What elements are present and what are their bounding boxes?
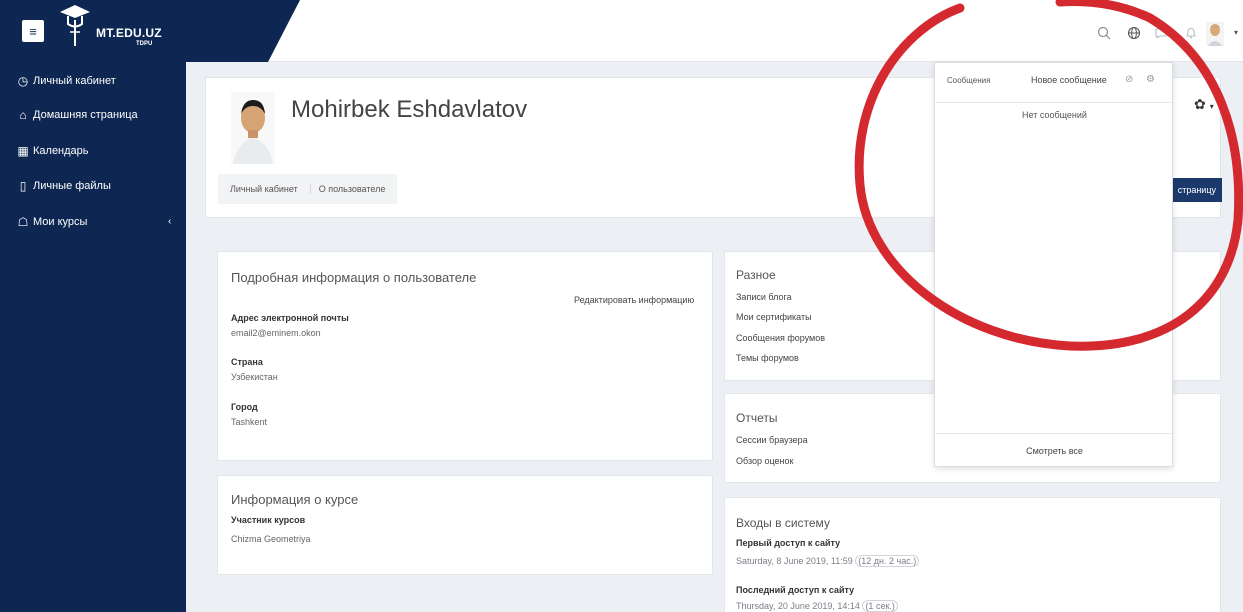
logins-title: Входы в систему [736, 516, 830, 530]
gear-icon[interactable]: ⚙ [1146, 74, 1155, 85]
last-access-date: Thursday, 20 June 2019, 14:14 [736, 601, 860, 611]
chevron-down-icon[interactable]: ▾ [1234, 28, 1238, 37]
breadcrumb: Личный кабинет О пользователе [218, 174, 398, 204]
city-label: Город [231, 402, 258, 412]
profile-name: Mohirbek Eshdavlatov [291, 96, 528, 123]
edit-profile-link[interactable]: Редактировать информацию [574, 295, 694, 305]
course-info-card: Информация о курсе Участник курсов Chizm… [217, 475, 713, 575]
reports-title: Отчеты [736, 411, 778, 425]
user-avatar[interactable] [1206, 22, 1224, 46]
user-details-card: Подробная информация о пользователе Реда… [217, 251, 713, 461]
no-messages-text: Нет сообщений [1022, 110, 1087, 120]
dashboard-icon: ◷ [17, 74, 29, 88]
sidebar-item-my-courses[interactable]: ☖ Мои курсы [16, 215, 88, 229]
sidebar-item-home[interactable]: ⌂ Домашняя страница [16, 108, 138, 122]
country-label: Страна [231, 357, 263, 367]
last-access-value: Thursday, 20 June 2019, 14:14 (1 сек.) [736, 600, 898, 612]
graduation-cap-icon: ☖ [17, 215, 29, 229]
first-access-date: Saturday, 8 June 2019, 11:59 [736, 556, 853, 566]
hamburger-icon[interactable]: ≡ [22, 20, 44, 42]
course-label: Участник курсов [231, 515, 306, 525]
forum-posts-link[interactable]: Сообщения форумов [736, 333, 825, 343]
first-access-label: Первый доступ к сайту [736, 538, 841, 548]
city-value: Tashkent [231, 417, 268, 427]
sidebar-item-calendar[interactable]: ▦ Календарь [16, 144, 89, 158]
search-icon[interactable] [1097, 26, 1111, 43]
chevron-down-icon: ▾ [1209, 102, 1214, 111]
home-icon: ⌂ [19, 108, 27, 122]
site-subtitle: TDPU [136, 41, 153, 47]
sidebar-item-label: Личные файлы [33, 180, 111, 192]
file-icon: ▯ [19, 179, 27, 193]
certificates-link[interactable]: Мои сертификаты [736, 312, 812, 322]
sidebar-item-files[interactable]: ▯ Личные файлы [16, 179, 111, 193]
sidebar-item-label: Календарь [33, 145, 89, 157]
logins-card: Входы в систему Первый доступ к сайту Sa… [724, 497, 1221, 612]
profile-photo [231, 92, 275, 164]
blog-entries-link[interactable]: Записи блога [736, 292, 792, 302]
gear-icon: ✿ [1194, 96, 1206, 112]
sidebar: ◷ Личный кабинет ⌂ Домашняя страница ▦ К… [0, 62, 186, 612]
course-title: Информация о курсе [231, 492, 359, 507]
site-logo[interactable] [58, 2, 92, 48]
messages-title: Сообщения [947, 76, 991, 85]
browser-sessions-link[interactable]: Сессии браузера [736, 435, 808, 445]
breadcrumb-item-dashboard[interactable]: Личный кабинет [218, 184, 310, 194]
last-access-label: Последний доступ к сайту [736, 585, 855, 595]
forum-topics-link[interactable]: Темы форумов [736, 353, 799, 363]
first-access-value: Saturday, 8 June 2019, 11:59 (12 дн. 2 ч… [736, 555, 920, 567]
breadcrumb-item-profile[interactable]: О пользователе [309, 184, 398, 194]
reset-page-button[interactable]: страницу [1170, 178, 1222, 202]
chat-icon[interactable] [1154, 26, 1168, 43]
brand-area: ≡ MT.EDU.UZ TDPU [0, 0, 300, 62]
calendar-icon: ▦ [17, 144, 29, 158]
course-link[interactable]: Chizma Geometriya [231, 534, 311, 544]
sidebar-item-label: Домашняя страница [33, 109, 138, 121]
new-message-link[interactable]: Новое сообщение [1031, 75, 1107, 85]
first-access-ago: (12 дн. 2 час.) [855, 555, 920, 567]
email-value: email2@eminem.okon [231, 328, 321, 338]
settings-menu[interactable]: ✿ ▾ [1194, 96, 1214, 113]
last-access-ago: (1 сек.) [862, 600, 898, 612]
sidebar-item-dashboard[interactable]: ◷ Личный кабинет [16, 74, 116, 88]
top-navbar: ≡ MT.EDU.UZ TDPU ▾ [0, 0, 1243, 62]
chevron-left-icon[interactable]: ‹ [168, 216, 171, 227]
email-label: Адрес электронной почты [231, 313, 349, 323]
messages-popover: Сообщения Новое сообщение ⊘ ⚙ Нет сообще… [934, 62, 1174, 467]
sidebar-item-label: Мои курсы [33, 216, 88, 228]
misc-title: Разное [736, 268, 776, 282]
details-title: Подробная информация о пользователе [231, 270, 477, 285]
bell-icon[interactable] [1184, 26, 1198, 43]
messages-header: Сообщения Новое сообщение ⊘ ⚙ [935, 63, 1174, 103]
grades-overview-link[interactable]: Обзор оценок [736, 456, 793, 466]
view-all-link[interactable]: Смотреть все [935, 433, 1174, 467]
mark-read-icon[interactable]: ⊘ [1125, 74, 1133, 85]
sidebar-item-label: Личный кабинет [33, 75, 116, 87]
site-name[interactable]: MT.EDU.UZ [96, 26, 162, 40]
country-value: Узбекистан [231, 372, 278, 382]
globe-icon[interactable] [1127, 26, 1141, 43]
